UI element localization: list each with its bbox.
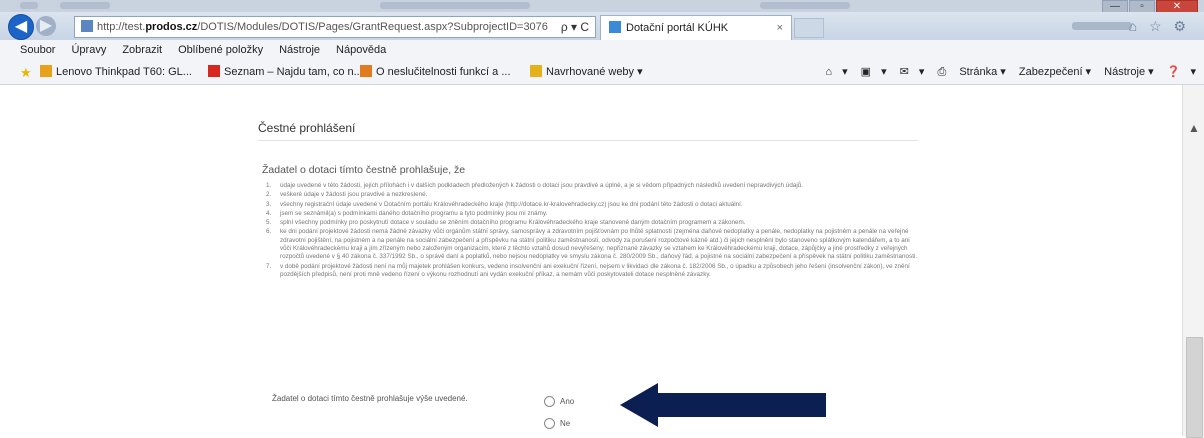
site-icon xyxy=(360,65,372,77)
radio-yes[interactable]: Ano xyxy=(544,396,574,407)
address-bar[interactable]: http://test.prodos.cz/DOTIS/Modules/DOTI… xyxy=(74,16,596,38)
list-item: 7. v době podání projektové žádosti není … xyxy=(266,262,910,278)
mail-icon[interactable]: ✉ xyxy=(900,66,909,78)
command-feeds-dropdown[interactable]: ▾ xyxy=(881,66,887,78)
home-favorites-tools-icons[interactable]: ⌂ ☆ ⚙ xyxy=(1129,18,1190,35)
list-item: 6. ke dni podání projektové žádosti nemá … xyxy=(266,228,918,261)
favorite-label: O neslučitelnosti funkcí a ... xyxy=(376,66,511,78)
favorite-label: Lenovo Thinkpad T60: GL... xyxy=(56,66,192,78)
blurred-area xyxy=(1072,22,1132,30)
favorite-link[interactable]: Lenovo Thinkpad T60: GL... xyxy=(40,65,192,78)
site-icon xyxy=(609,21,621,33)
titlebar-blur xyxy=(20,2,38,9)
menu-view[interactable]: Zobrazit xyxy=(122,44,162,56)
section-title: Čestné prohlášení xyxy=(258,121,356,135)
favorite-label: Navrhované weby ▾ xyxy=(546,66,643,78)
star-icon: ★ xyxy=(20,65,32,80)
arrow-left-icon: ◀ xyxy=(14,18,28,35)
tab-title: Dotační portál KÚHK xyxy=(626,22,729,34)
section-divider xyxy=(258,140,918,141)
menu-favorites[interactable]: Oblíbené položky xyxy=(178,44,263,56)
help-icon[interactable]: ❓ xyxy=(1167,66,1181,78)
declaration-question: Žadatel o dotaci tímto čestně prohlašuje… xyxy=(272,394,468,403)
vertical-scrollbar[interactable]: ▲ xyxy=(1182,85,1204,438)
favorite-link[interactable]: Navrhované weby ▾ xyxy=(530,65,643,78)
menu-tools[interactable]: Nástroje xyxy=(279,44,320,56)
print-icon[interactable]: ⎙ xyxy=(937,66,946,78)
favorites-bar: ★ Lenovo Thinkpad T60: GL... Seznam – Na… xyxy=(0,60,1204,85)
tab-close-icon[interactable]: × xyxy=(777,16,783,40)
site-icon xyxy=(40,65,52,77)
radio-label: Ano xyxy=(560,397,575,406)
menu-edit[interactable]: Úpravy xyxy=(71,44,106,56)
suggested-sites-icon xyxy=(530,65,542,77)
scroll-up-icon[interactable]: ▲ xyxy=(1188,121,1200,135)
menu-file[interactable]: Soubor xyxy=(20,44,55,56)
radio-circle[interactable] xyxy=(544,396,555,407)
titlebar-blur xyxy=(60,2,110,9)
command-safety[interactable]: Zabezpečení ▾ xyxy=(1019,66,1091,78)
declaration-intro: Žadatel o dotaci tímto čestně prohlašuje… xyxy=(262,164,466,176)
window-titlebar: — ▫ ✕ xyxy=(0,0,1204,16)
command-bar: ⌂ ▾ ▣ ▾ ✉ ▾ ⎙ Stránka ▾ Zabezpečení ▾ Nástr… xyxy=(815,65,1196,79)
address-prefix: http://test. xyxy=(97,21,146,33)
radio-label: Ne xyxy=(560,419,571,428)
menu-bar: Soubor Úpravy Zobrazit Oblíbené položky … xyxy=(0,40,1204,60)
scroll-thumb[interactable] xyxy=(1186,337,1203,438)
command-tools[interactable]: Nástroje ▾ xyxy=(1104,66,1154,78)
back-button[interactable]: ◀ xyxy=(8,14,34,40)
favorite-link[interactable]: Seznam – Najdu tam, co n... xyxy=(208,65,363,78)
titlebar-blur xyxy=(760,2,850,9)
navigation-bar: ◀ ▶ http://test.prodos.cz/DOTIS/Modules/… xyxy=(0,12,1204,40)
list-item: 5. splní všechny podmínky pro poskytnutí … xyxy=(266,219,746,227)
address-path: /DOTIS/Modules/DOTIS/Pages/GrantRequest.… xyxy=(197,21,548,33)
list-item: 3. všechny registrační údaje uvedené v Do… xyxy=(266,200,743,208)
page-icon xyxy=(81,20,93,32)
address-domain: prodos.cz xyxy=(145,21,198,33)
command-help-dropdown[interactable]: ▾ xyxy=(1190,66,1196,78)
feeds-icon[interactable]: ▣ xyxy=(861,66,871,78)
command-home-dropdown[interactable]: ▾ xyxy=(842,66,848,78)
home-icon[interactable]: ⌂ xyxy=(825,66,832,78)
seznam-icon xyxy=(208,65,220,77)
command-page[interactable]: Stránka ▾ xyxy=(959,66,1006,78)
declaration-list: 1. údaje uvedené v této žádosti, jejích p… xyxy=(262,182,920,280)
list-item: 4. jsem se seznámil(a) s podmínkami danéh… xyxy=(266,209,548,217)
favorites-star-icon[interactable]: ★ xyxy=(20,65,32,81)
command-mail-dropdown[interactable]: ▾ xyxy=(919,66,925,78)
new-tab-button[interactable] xyxy=(794,18,824,38)
list-item: 1. údaje uvedené v této žádosti, jejích p… xyxy=(266,182,803,189)
favorite-label: Seznam – Najdu tam, co n... xyxy=(224,66,363,78)
menu-help[interactable]: Nápověda xyxy=(336,44,386,56)
browser-tab[interactable]: Dotační portál KÚHK × xyxy=(600,15,792,40)
radio-no[interactable]: Ne xyxy=(544,418,570,429)
search-refresh-icons[interactable]: ρ ▾ C xyxy=(561,17,589,37)
titlebar-blur xyxy=(380,2,530,9)
arrow-right-icon: ▶ xyxy=(39,17,53,34)
forward-button[interactable]: ▶ xyxy=(36,16,56,36)
radio-circle[interactable] xyxy=(544,418,555,429)
favorite-link[interactable]: O neslučitelnosti funkcí a ... xyxy=(360,65,511,78)
list-item: 2. veškeré údaje v žádosti jsou pravdivé … xyxy=(266,191,428,199)
pointer-arrow-icon xyxy=(620,383,826,427)
